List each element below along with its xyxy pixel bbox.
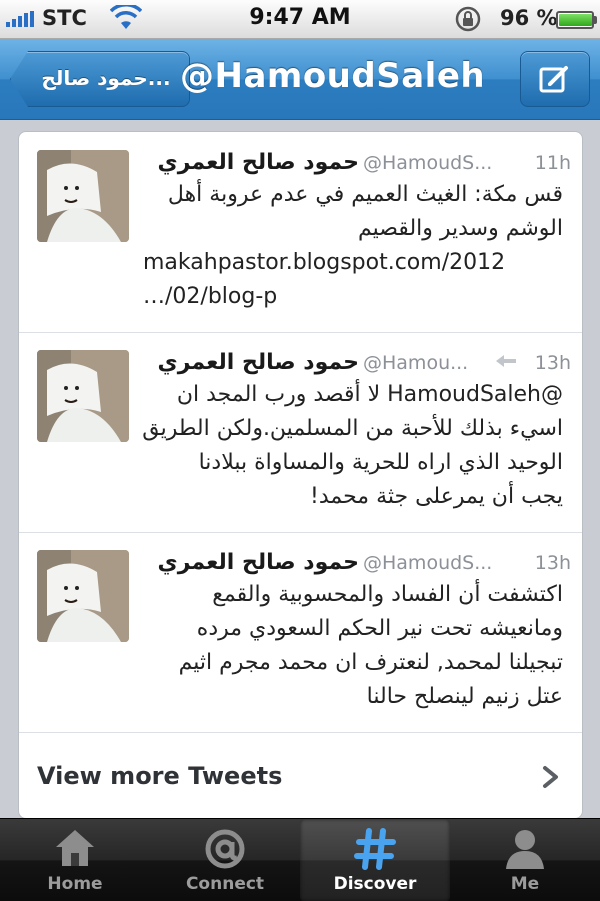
tab-label: Home [47,874,103,894]
hash-icon [354,828,396,870]
tweet-time: 11h [534,152,571,174]
tweet-text-line: قس مكة: الغيث العميم في عدم عروبة أهل [167,182,563,207]
tab-label: Discover [333,874,417,894]
battery-percent: 96 % [500,6,558,30]
status-bar: STC 9:47 AM 96 % [0,0,600,39]
signal-strength-icon [6,11,34,27]
tweet-text-line: ومانعيشه تحت نير الحكم السعودي مرده [196,616,563,641]
tweet-item[interactable]: حمود صالح العمري @Hamou... 13h @HamoudSa… [19,332,582,533]
tweet-author-name: حمود صالح العمري [157,350,359,375]
nav-bar: حمود صالح... @HamoudSaleh [0,39,600,120]
battery-icon [556,11,597,29]
tweet-text-line: تبجيلنا لمحمد, لنعترف ان محمد مجرم اثيم [178,650,563,675]
tab-label: Me [510,874,540,894]
back-button-label: حمود صالح... [41,66,171,90]
compose-icon [539,66,568,93]
orientation-lock-icon [455,6,481,32]
reply-arrow-icon [496,355,516,367]
tab-label: Connect [185,874,265,894]
tweet-time: 13h [534,352,571,374]
tweet-author-handle: @Hamou... [363,352,469,374]
tab-bar: Home Connect Discover Me [0,818,600,901]
view-more-label: View more Tweets [37,762,283,790]
tweet-item[interactable]: حمود صالح العمري @HamoudS... 13h اكتشفت … [19,532,582,733]
person-icon [506,830,544,869]
chevron-right-icon [543,766,558,788]
tweet-text-line: اسيء بذلك للأحبة من المسلمين.ولكن الطريق [142,416,563,441]
tweet-author-handle: @HamoudS... [363,152,493,174]
tweet-link[interactable]: makahpastor.blogspot.com/2012 [143,246,563,280]
page-title: @HamoudSaleh [180,56,486,96]
tweet-author-handle: @HamoudS... [363,552,493,574]
at-icon [205,829,245,869]
tweet-link[interactable]: …/02/blog-p [143,280,563,314]
avatar[interactable] [37,150,129,242]
tweet-author-name: حمود صالح العمري [157,150,359,175]
tweet-text-line: @HamoudSaleh لا أقصد ورب المجد ان [176,382,563,407]
carrier-name: STC [42,6,87,30]
tweet-time: 13h [534,552,571,574]
avatar[interactable] [37,350,129,442]
tweet-author-name: حمود صالح العمري [157,550,359,575]
tab-home[interactable]: Home [0,819,150,901]
tweet-list: حمود صالح العمري @HamoudS... 11h قس مكة:… [18,131,583,819]
view-more-tweets-button[interactable]: View more Tweets [19,734,582,818]
wifi-icon [110,5,142,29]
tweet-text-line: الوحيد الذي اراه للحرية والمساواة ببلادن… [198,450,563,475]
tab-me[interactable]: Me [450,819,600,901]
tweet-text-line: يجب أن يمرعلى جثة محمد! [310,484,563,509]
tweet-text-line: عتل زنيم لينصلح حالنا [366,684,563,709]
tweet-text-line: الوشم وسدير والقصيم [357,216,563,241]
avatar[interactable] [37,550,129,642]
home-icon [56,830,94,866]
back-button[interactable]: حمود صالح... [10,51,190,107]
tweet-text-line: اكتشفت أن الفساد والمحسوبية والقمع [212,582,563,607]
tweet-item[interactable]: حمود صالح العمري @HamoudS... 11h قس مكة:… [19,132,582,333]
tab-connect[interactable]: Connect [150,819,300,901]
compose-button[interactable] [520,51,590,107]
tab-discover[interactable]: Discover [300,819,450,901]
